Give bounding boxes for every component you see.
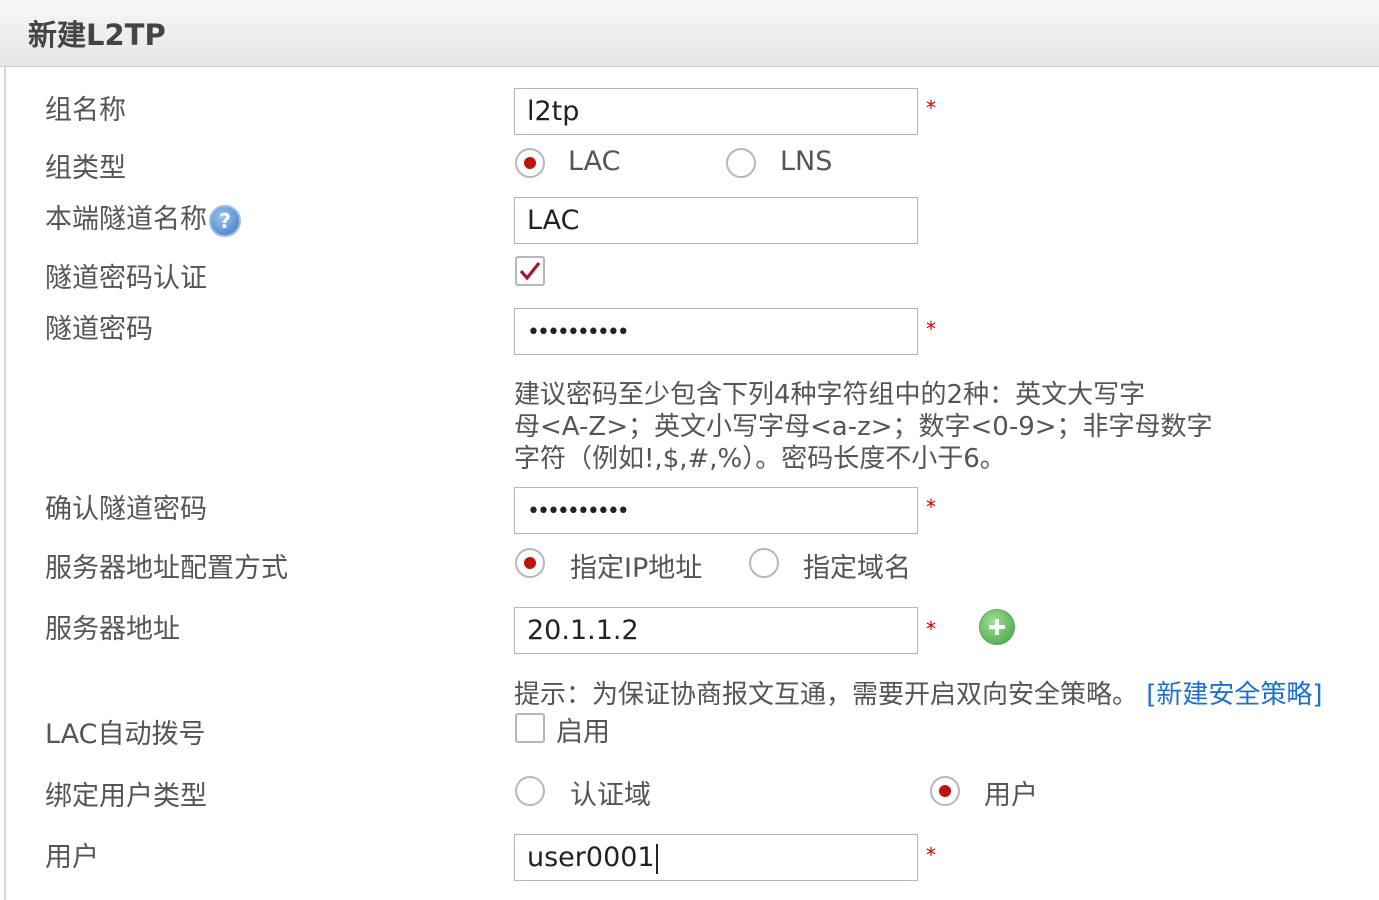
confirm-password-input[interactable]: •••••••••• (514, 487, 918, 534)
password-hint: 建议密码至少包含下列4种字符组中的2种：英文大写字 母<A-Z>；英文小写字母<… (514, 379, 1213, 475)
confirm-password-label: 确认隧道密码 (45, 494, 207, 525)
server-addr-mode-ip-label[interactable]: 指定IP地址 (570, 546, 702, 585)
bind-user-type-domain-label[interactable]: 认证域 (570, 773, 651, 812)
help-icon[interactable]: ? (209, 204, 241, 237)
text-caret (655, 843, 658, 874)
confirm-password-required-mark: * (926, 495, 936, 519)
password-hint-line-3: 字符（例如!,$,#,%）。密码长度不小于6。 (514, 444, 1006, 474)
group-type-lns-radio[interactable] (726, 148, 756, 178)
group-name-input[interactable]: l2tp (514, 88, 918, 135)
tunnel-password-input[interactable]: •••••••••• (514, 308, 918, 355)
add-server-addr-icon[interactable] (979, 609, 1015, 645)
server-addr-mode-ip-radio[interactable] (515, 548, 545, 578)
user-required-mark: * (926, 843, 936, 867)
local-tunnel-name-label: 本端隧道名称? (45, 197, 241, 237)
group-name-required-mark: * (926, 96, 936, 120)
bind-user-type-user-radio[interactable] (930, 776, 960, 806)
group-type-label: 组类型 (45, 153, 126, 184)
left-divider (4, 66, 6, 900)
password-hint-line-2: 母<A-Z>；英文小写字母<a-z>；数字<0-9>；非字母数字 (514, 412, 1213, 442)
server-addr-mode-domain-radio[interactable] (749, 548, 779, 578)
tunnel-password-label: 隧道密码 (45, 314, 153, 345)
server-addr-mode-label: 服务器地址配置方式 (45, 553, 288, 584)
group-type-lac-label[interactable]: LAC (568, 146, 621, 177)
dialog-header: 新建L2TP (0, 0, 1379, 67)
user-input[interactable]: user0001 (514, 834, 918, 881)
group-type-lns-label[interactable]: LNS (780, 146, 832, 177)
group-type-lac-radio[interactable] (515, 148, 545, 178)
server-addr-required-mark: * (926, 617, 936, 641)
server-addr-input[interactable]: 20.1.1.2 (514, 607, 918, 654)
password-hint-line-1: 建议密码至少包含下列4种字符组中的2种：英文大写字 (514, 380, 1146, 410)
security-policy-tip-text: 提示：为保证协商报文互通，需要开启双向安全策略。 (514, 680, 1139, 710)
user-input-value: user0001 (527, 842, 655, 873)
tunnel-password-required-mark: * (926, 317, 936, 341)
dialog-title: 新建L2TP (28, 18, 166, 52)
local-tunnel-name-input[interactable]: LAC (514, 197, 918, 244)
bind-user-type-domain-radio[interactable] (515, 776, 545, 806)
group-name-label: 组名称 (45, 95, 126, 126)
tunnel-auth-checkbox[interactable] (515, 256, 545, 286)
tunnel-auth-label: 隧道密码认证 (45, 263, 207, 294)
server-addr-label: 服务器地址 (45, 614, 180, 645)
bind-user-type-user-label[interactable]: 用户 (984, 773, 1038, 812)
local-tunnel-name-label-text: 本端隧道名称 (45, 204, 207, 235)
server-addr-mode-domain-label[interactable]: 指定域名 (803, 546, 911, 585)
bind-user-type-label: 绑定用户类型 (45, 781, 207, 812)
lac-auto-dial-enable-label[interactable]: 启用 (556, 710, 610, 749)
lac-auto-dial-checkbox[interactable] (515, 713, 545, 743)
lac-auto-dial-label: LAC自动拨号 (45, 719, 206, 750)
user-label: 用户 (45, 842, 99, 873)
new-security-policy-link[interactable]: [新建安全策略] (1146, 680, 1322, 710)
security-policy-tip: 提示：为保证协商报文互通，需要开启双向安全策略。 [新建安全策略] (514, 679, 1323, 711)
checkmark-icon (519, 262, 541, 281)
